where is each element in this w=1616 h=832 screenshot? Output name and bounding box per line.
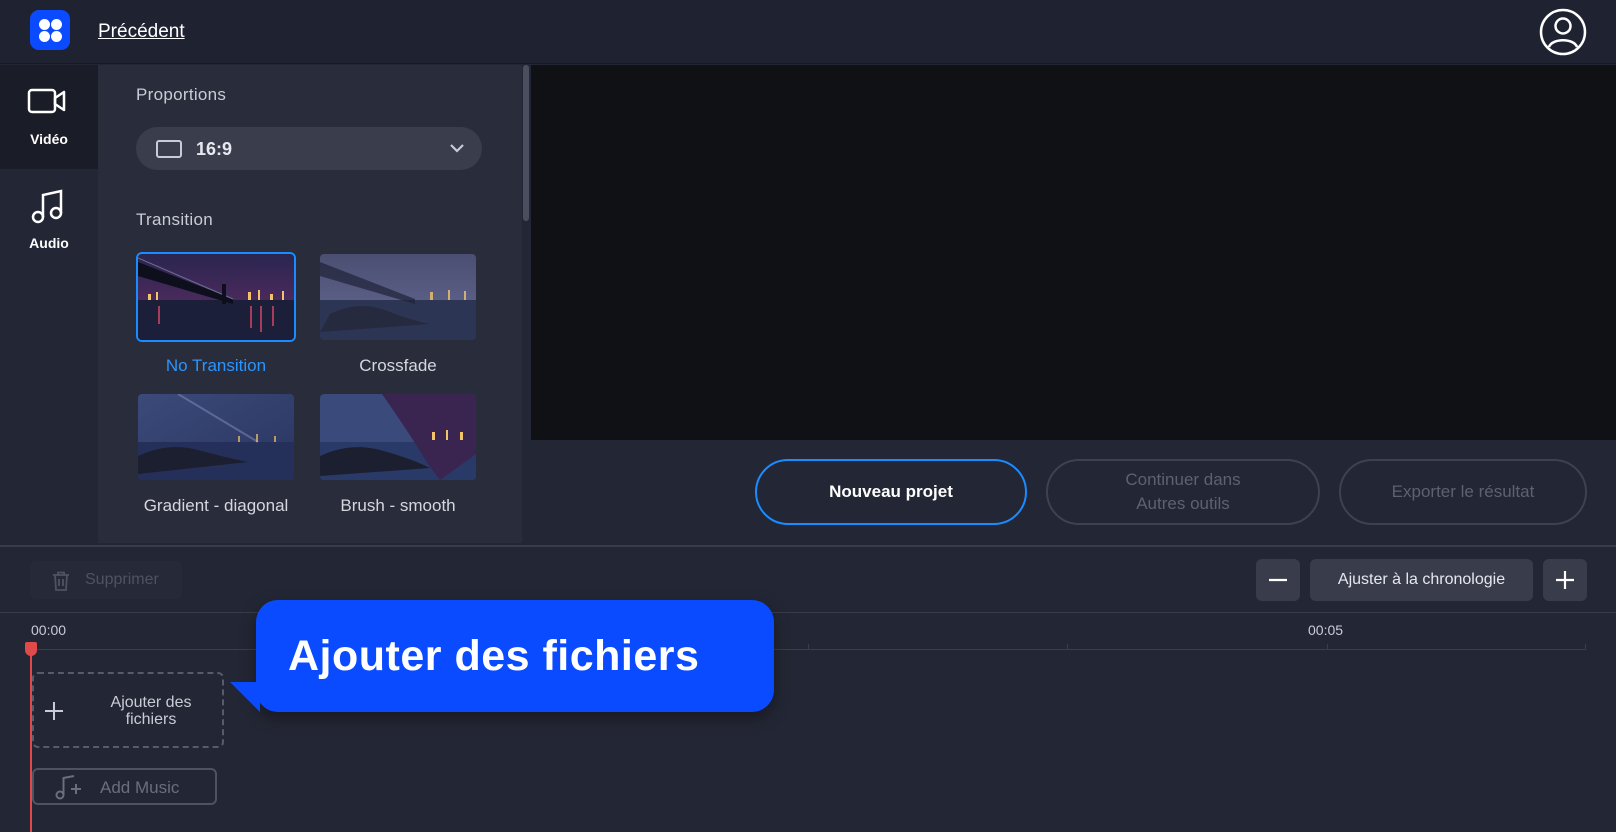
ruler-tick <box>808 644 809 650</box>
nav-item-video[interactable]: Vidéo <box>0 65 98 169</box>
video-camera-icon <box>27 88 66 114</box>
nav-item-audio[interactable]: Audio <box>0 169 98 273</box>
profile-icon[interactable] <box>1538 7 1588 57</box>
transition-thumbnail <box>136 392 296 482</box>
transition-label: Brush - smooth <box>340 496 456 515</box>
timeline-toolbar: Supprimer Ajuster à la chronologie <box>0 545 1616 613</box>
back-link[interactable]: Précédent <box>98 21 185 43</box>
add-files-dropzone[interactable]: Ajouter des fichiers <box>32 672 224 748</box>
add-files-label: Ajouter des fichiers <box>110 694 192 728</box>
transition-crossfade[interactable]: Crossfade <box>318 252 478 378</box>
fit-timeline-button[interactable]: Ajuster à la chronologie <box>1310 559 1533 601</box>
music-add-icon <box>55 775 81 800</box>
callout-label: Ajouter des fichiers <box>288 632 700 680</box>
transition-thumbnail <box>318 252 478 342</box>
scrollbar-thumb[interactable] <box>523 65 529 221</box>
app-logo-icon[interactable] <box>30 10 70 50</box>
transition-gradient-diagonal[interactable]: Gradient - diagonal <box>136 392 296 518</box>
transition-no-transition[interactable]: No Transition <box>136 252 296 378</box>
transition-label: Crossfade <box>359 356 437 375</box>
aspect-ratio-select[interactable]: 16:9 <box>136 127 482 170</box>
transition-title: Transition <box>136 210 214 229</box>
ruler-tick <box>1585 644 1586 650</box>
zoom-in-button[interactable] <box>1543 559 1587 601</box>
playhead-handle[interactable] <box>25 642 37 656</box>
plus-icon <box>1556 571 1574 589</box>
panel-scrollbar[interactable] <box>522 65 530 543</box>
time-label-start: 00:00 <box>31 622 67 638</box>
music-note-icon <box>31 189 63 224</box>
proportions-title: Proportions <box>136 85 227 104</box>
nav-item-label: Audio <box>29 235 69 251</box>
aspect-ratio-value: 16:9 <box>196 139 233 159</box>
add-music-label: Add Music <box>100 778 180 797</box>
top-bar: Précédent <box>0 0 1616 64</box>
aspect-ratio-icon <box>156 140 182 158</box>
callout-tail <box>230 682 260 712</box>
transition-thumbnail <box>136 252 296 342</box>
transition-brush-smooth[interactable]: Brush - smooth <box>318 392 478 518</box>
delete-button[interactable]: Supprimer <box>30 561 182 599</box>
plus-icon <box>45 702 63 720</box>
side-nav: Vidéo Audio <box>0 65 98 543</box>
export-result-button[interactable]: Exporter le résultat <box>1339 459 1587 525</box>
zoom-out-button[interactable] <box>1256 559 1300 601</box>
video-preview <box>531 65 1616 440</box>
timeline: 00:00 00:05 Ajouter des fichiers Add Mus… <box>0 614 1616 832</box>
nav-item-label: Vidéo <box>30 131 68 147</box>
time-label-mark: 00:05 <box>1308 622 1344 638</box>
action-bar: Nouveau projet Continuer dans Autres out… <box>531 441 1616 543</box>
settings-panel: Proportions 16:9 Transition No Transitio… <box>98 65 530 543</box>
transition-label: No Transition <box>165 356 267 375</box>
add-files-callout: Ajouter des fichiers <box>230 600 774 712</box>
continue-other-tools-button[interactable]: Continuer dans Autres outils <box>1046 459 1320 525</box>
minus-icon <box>1269 578 1287 582</box>
ruler-tick <box>1327 644 1328 650</box>
ruler-tick <box>1067 644 1068 650</box>
chevron-down-icon <box>450 144 464 153</box>
delete-label: Supprimer <box>85 571 159 588</box>
transition-thumbnail <box>318 392 478 482</box>
trash-icon <box>53 571 69 591</box>
transition-label: Gradient - diagonal <box>143 496 289 515</box>
add-music-button[interactable]: Add Music <box>32 768 217 805</box>
new-project-button[interactable]: Nouveau projet <box>755 459 1027 525</box>
